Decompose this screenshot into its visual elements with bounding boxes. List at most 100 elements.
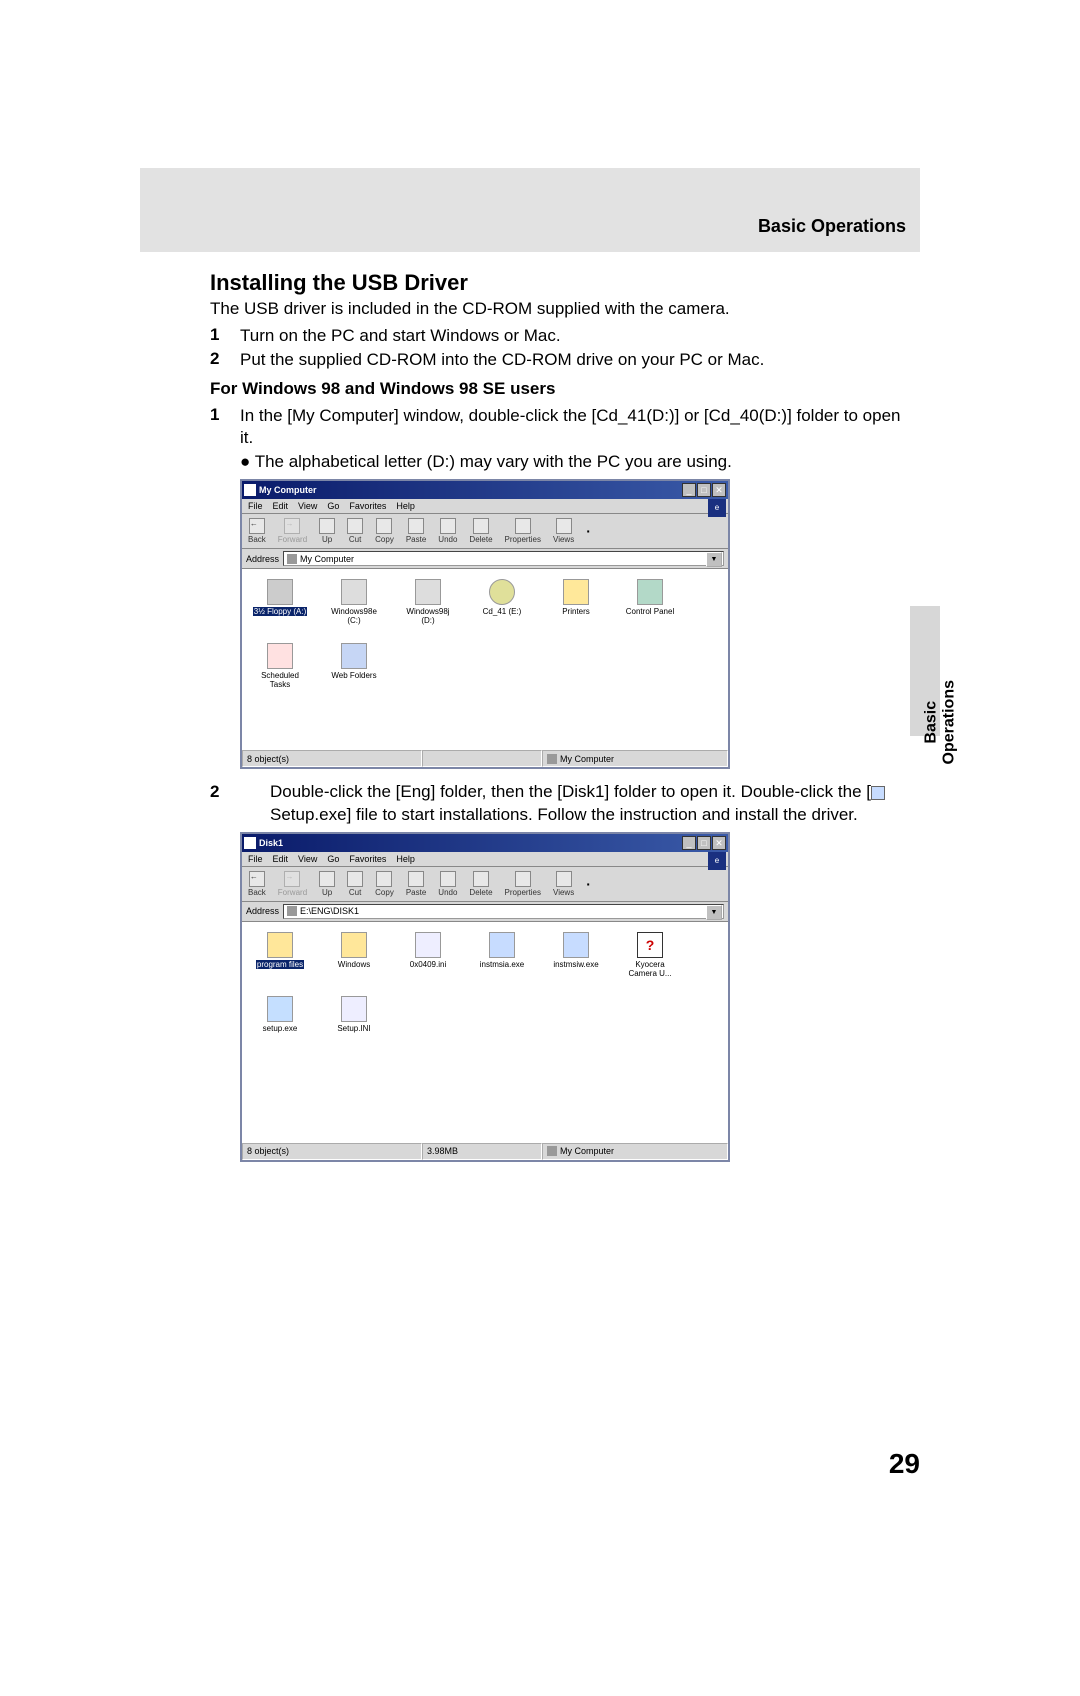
explorer-body: 3½ Floppy (A:) Windows98e (C:) Windows98… — [242, 569, 728, 749]
close-button[interactable]: ✕ — [712, 483, 726, 497]
addressbar: Address My Computer — [242, 549, 728, 569]
menu-edit[interactable]: Edit — [273, 501, 289, 511]
paste-icon — [408, 871, 424, 887]
status-object-count: 8 object(s) — [242, 1143, 422, 1160]
toolbar-properties-button[interactable]: Properties — [505, 518, 541, 544]
toolbar-properties-button[interactable]: Properties — [505, 871, 541, 897]
menu-help[interactable]: Help — [396, 854, 415, 864]
drive-item[interactable]: 3½ Floppy (A:) — [252, 579, 308, 625]
toolbar-cut-button[interactable]: Cut — [347, 871, 363, 897]
views-icon — [556, 871, 572, 887]
menu-help[interactable]: Help — [396, 501, 415, 511]
drive-item[interactable]: Windows98j (D:) — [400, 579, 456, 625]
screenshot-disk1: Disk1 _ □ ✕ File Edit View Go Favorites … — [240, 832, 730, 1162]
exe-file-item[interactable]: instmsia.exe — [474, 932, 530, 978]
printers-item[interactable]: Printers — [548, 579, 604, 625]
folder-icon — [287, 906, 297, 916]
maximize-button[interactable]: □ — [697, 483, 711, 497]
side-tab-line2: Operations — [940, 680, 958, 764]
toolbar-copy-button[interactable]: Copy — [375, 518, 394, 544]
toolbar-paste-button[interactable]: Paste — [406, 518, 426, 544]
toolbar-delete-button[interactable]: Delete — [469, 871, 492, 897]
address-field[interactable]: E:\ENG\DISK1 — [283, 904, 724, 919]
address-field[interactable]: My Computer — [283, 551, 724, 566]
section-header-band: Basic Operations — [140, 168, 920, 252]
toolbar-forward-button[interactable]: →Forward — [278, 871, 307, 897]
copy-icon — [376, 518, 392, 534]
undo-icon — [440, 871, 456, 887]
drive-item[interactable]: Windows98e (C:) — [326, 579, 382, 625]
toolbar-views-button[interactable]: Views — [553, 518, 574, 544]
address-label: Address — [246, 554, 279, 564]
ini-file-item[interactable]: Setup.INI — [326, 996, 382, 1033]
para-text-b: ] file to start installations. Follow th… — [347, 805, 858, 824]
menu-edit[interactable]: Edit — [273, 854, 289, 864]
toolbar-undo-button[interactable]: Undo — [438, 871, 457, 897]
control-panel-item[interactable]: Control Panel — [622, 579, 678, 625]
side-tab: Basic Operations — [922, 680, 957, 764]
status-location: My Computer — [542, 1143, 728, 1160]
setup-exe-item[interactable]: setup.exe — [252, 996, 308, 1033]
exe-file-item[interactable]: instmsiw.exe — [548, 932, 604, 978]
step-row: 1 Turn on the PC and start Windows or Ma… — [210, 325, 910, 347]
menu-view[interactable]: View — [298, 501, 317, 511]
status-object-count: 8 object(s) — [242, 750, 422, 767]
toolbar-overflow-icon[interactable]: · — [586, 876, 591, 892]
floppy-icon — [267, 579, 293, 605]
maximize-button[interactable]: □ — [697, 836, 711, 850]
folder-item[interactable]: Windows — [326, 932, 382, 978]
menu-favorites[interactable]: Favorites — [349, 854, 386, 864]
menu-go[interactable]: Go — [327, 501, 339, 511]
breadcrumb: Basic Operations — [758, 216, 906, 237]
cd-drive-item[interactable]: Cd_41 (E:) — [474, 579, 530, 625]
scheduler-icon — [267, 643, 293, 669]
exe-icon — [563, 932, 589, 958]
drive-icon — [415, 579, 441, 605]
paste-icon — [408, 518, 424, 534]
drive-icon — [341, 579, 367, 605]
toolbar-cut-button[interactable]: Cut — [347, 518, 363, 544]
toolbar-undo-button[interactable]: Undo — [438, 518, 457, 544]
web-folders-item[interactable]: Web Folders — [326, 643, 382, 689]
addressbar: Address E:\ENG\DISK1 — [242, 902, 728, 922]
minimize-button[interactable]: _ — [682, 483, 696, 497]
folder-icon — [267, 932, 293, 958]
ini-file-item[interactable]: 0x0409.ini — [400, 932, 456, 978]
step-number: 2 — [240, 781, 270, 803]
window-title: Disk1 — [259, 838, 283, 848]
menu-favorites[interactable]: Favorites — [349, 501, 386, 511]
toolbar-views-button[interactable]: Views — [553, 871, 574, 897]
menubar: File Edit View Go Favorites Help e — [242, 499, 728, 514]
up-icon — [319, 871, 335, 887]
toolbar-up-button[interactable]: Up — [319, 518, 335, 544]
toolbar-paste-button[interactable]: Paste — [406, 871, 426, 897]
status-size: 3.98MB — [422, 1143, 542, 1160]
scheduled-tasks-item[interactable]: Scheduled Tasks — [252, 643, 308, 689]
toolbar-overflow-icon[interactable]: · — [586, 523, 591, 539]
control-panel-icon — [637, 579, 663, 605]
up-icon — [319, 518, 335, 534]
close-button[interactable]: ✕ — [712, 836, 726, 850]
titlebar: My Computer _ □ ✕ — [242, 481, 728, 499]
toolbar-back-button[interactable]: ←Back — [248, 871, 266, 897]
help-file-item[interactable]: ?Kyocera Camera U... — [622, 932, 678, 978]
minimize-button[interactable]: _ — [682, 836, 696, 850]
toolbar-delete-button[interactable]: Delete — [469, 518, 492, 544]
forward-icon: → — [284, 871, 300, 887]
step-number: 1 — [210, 405, 240, 449]
menu-file[interactable]: File — [248, 501, 263, 511]
toolbar-up-button[interactable]: Up — [319, 871, 335, 897]
main-steps: 1 Turn on the PC and start Windows or Ma… — [210, 325, 910, 371]
menu-view[interactable]: View — [298, 854, 317, 864]
menu-file[interactable]: File — [248, 854, 263, 864]
delete-icon — [473, 871, 489, 887]
toolbar-forward-button[interactable]: →Forward — [278, 518, 307, 544]
sub-steps: 1 In the [My Computer] window, double-cl… — [210, 405, 910, 449]
toolbar-back-button[interactable]: ←Back — [248, 518, 266, 544]
folder-item[interactable]: program files — [252, 932, 308, 978]
ie-logo-icon: e — [708, 852, 726, 870]
explorer-body: program files Windows 0x0409.ini instmsi… — [242, 922, 728, 1142]
page-number: 29 — [889, 1448, 920, 1480]
toolbar-copy-button[interactable]: Copy — [375, 871, 394, 897]
menu-go[interactable]: Go — [327, 854, 339, 864]
